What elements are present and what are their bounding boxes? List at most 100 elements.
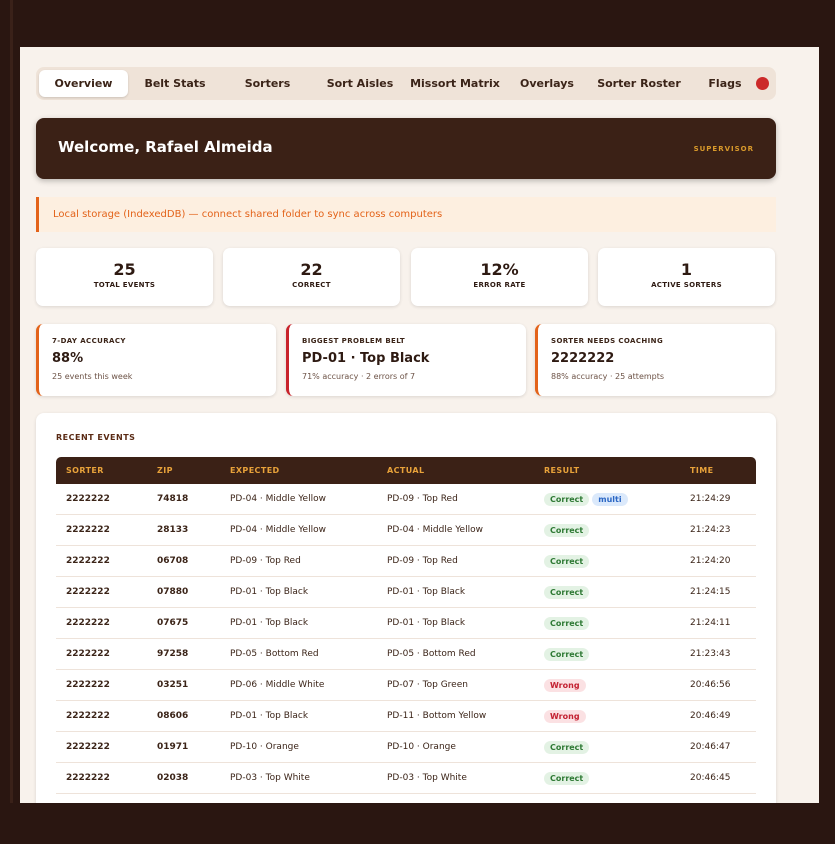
window-right-border: [819, 0, 835, 844]
window-border-line: [10, 0, 13, 844]
result-badge: Correct: [544, 554, 590, 568]
actual-cell: PD-01 · Top Black: [377, 576, 534, 608]
table-row[interactable]: 222222204741PD-01 · Top BlackPD-01 · Top…: [56, 793, 756, 803]
result-badge: Correct: [544, 771, 590, 785]
window-bottom-bar: [0, 803, 835, 844]
actual-cell: PD-09 · Top Red: [377, 484, 534, 515]
expected-cell: PD-04 · Middle Yellow: [220, 514, 377, 546]
expected-cell: PD-03 · Top White: [220, 762, 377, 794]
table-row[interactable]: 2222222 02038 PD-03 · Top White PD-03 · Top…: [56, 762, 756, 794]
card-problem-belt: BIGGEST PROBLEM BELT PD-01 · Top Black 7…: [286, 324, 526, 396]
table-row[interactable]: 2222222 28133 PD-04 · Middle Yellow PD-04 ·…: [56, 514, 756, 546]
zip-cell: 07880: [147, 576, 220, 608]
result-badge: Correct: [544, 585, 590, 599]
actual-cell: PD-10 · Orange: [377, 731, 534, 763]
expected-cell: PD-05 · Bottom Red: [220, 638, 377, 670]
actual-cell: PD-05 · Bottom Red: [377, 638, 534, 670]
stat-correct: 22 CORRECT: [223, 248, 400, 306]
column-header-actual[interactable]: ACTUAL: [377, 457, 534, 484]
result-cell: Correct: [534, 607, 680, 639]
actual-cell: PD-03 · Top White: [377, 762, 534, 794]
time-cell: 20:46:45: [680, 762, 756, 794]
stat-value: 22: [300, 260, 323, 279]
tab-belt-stats[interactable]: Belt Stats: [128, 70, 222, 97]
tab-sorter-roster[interactable]: Sorter Roster: [591, 70, 687, 97]
result-badge: Correct: [544, 647, 590, 661]
result-badge: Correct: [544, 492, 590, 506]
column-header-sorter[interactable]: SORTER: [56, 457, 147, 484]
expected-cell: PD-01 · Top Black: [220, 607, 377, 639]
result-cell: Correct: [534, 731, 680, 763]
expected-cell: PD-01 · Top Black: [220, 793, 377, 803]
welcome-banner: Welcome, Rafael Almeida SUPERVISOR: [36, 118, 776, 179]
card-label: BIGGEST PROBLEM BELT: [302, 337, 406, 345]
stat-value: 25: [113, 260, 136, 279]
card-subtext: 88% accuracy · 25 attempts: [551, 372, 665, 381]
table-row[interactable]: 2222222 07880 PD-01 · Top Black PD-01 · Top…: [56, 576, 756, 608]
actual-cell: PD-01 · Top Black: [377, 793, 534, 803]
zip-cell: 06708: [147, 545, 220, 577]
sorter-cell: 2222222: [56, 793, 147, 803]
result-cell: Correct: [534, 514, 680, 546]
result-cell: Correct: [534, 793, 680, 803]
column-header-zip[interactable]: ZIP: [147, 457, 220, 484]
events-table-header: SORTER ZIP EXPECTED ACTUAL RESULT TIME: [56, 457, 756, 484]
card-value: PD-01 · Top Black: [302, 351, 430, 366]
table-row[interactable]: 2222222 03251 PD-06 · Middle White PD-07 · …: [56, 669, 756, 701]
actual-cell: PD-07 · Top Green: [377, 669, 534, 701]
zip-cell: 01971: [147, 731, 220, 763]
sorter-cell: 2222222: [56, 576, 147, 608]
table-row[interactable]: 2222222 08606 PD-01 · Top Black PD-11 · Bot…: [56, 700, 756, 732]
time-cell: 21:24:15: [680, 576, 756, 608]
zip-cell: 04741: [147, 793, 220, 803]
tab-sorters[interactable]: Sorters: [222, 70, 313, 97]
actual-cell: PD-04 · Middle Yellow: [377, 514, 534, 546]
table-row[interactable]: 2222222 97258 PD-05 · Bottom Red PD-05 · Bo…: [56, 638, 756, 670]
table-row[interactable]: 2222222 01971 PD-10 · Orange PD-10 · Orange…: [56, 731, 756, 763]
card-label: SORTER NEEDS COACHING: [551, 337, 664, 345]
table-row[interactable]: 2222222 74818 PD-04 · Middle Yellow PD-09 ·…: [56, 484, 756, 515]
expected-cell: PD-04 · Middle Yellow: [220, 484, 377, 515]
stat-label: CORRECT: [292, 281, 331, 289]
tab-sort-aisles[interactable]: Sort Aisles: [313, 70, 407, 97]
app-viewport[interactable]: Overview Belt Stats Sorters Sort Aisles …: [20, 47, 819, 803]
actual-cell: PD-09 · Top Red: [377, 545, 534, 577]
result-cell: Correct: [534, 638, 680, 670]
sorter-cell: 2222222: [56, 607, 147, 639]
sorter-cell: 2222222: [56, 638, 147, 670]
welcome-title: Welcome, Rafael Almeida: [58, 138, 273, 156]
result-cell: Wrong: [534, 669, 680, 701]
flag-indicator-dot: [756, 77, 769, 90]
stat-error-rate: 12% ERROR RATE: [411, 248, 588, 306]
column-header-time[interactable]: TIME: [680, 457, 756, 484]
column-header-expected[interactable]: EXPECTED: [220, 457, 377, 484]
expected-cell: PD-10 · Orange: [220, 731, 377, 763]
expected-cell: PD-01 · Top Black: [220, 576, 377, 608]
expected-cell: PD-06 · Middle White: [220, 669, 377, 701]
column-header-result[interactable]: RESULT: [534, 457, 680, 484]
time-cell: 20:46:49: [680, 700, 756, 732]
time-cell: 21:24:29: [680, 484, 756, 515]
stat-active-sorters: 1 ACTIVE SORTERS: [598, 248, 775, 306]
tab-overview[interactable]: Overview: [39, 70, 128, 97]
sorter-cell: 2222222: [56, 700, 147, 732]
tab-missort-matrix[interactable]: Missort Matrix: [407, 70, 503, 97]
result-badge: Correct: [544, 616, 590, 630]
table-row[interactable]: 2222222 06708 PD-09 · Top Red PD-09 · Top R…: [56, 545, 756, 577]
stat-total-events: 25 TOTAL EVENTS: [36, 248, 213, 306]
tab-flags[interactable]: Flags: [687, 70, 763, 97]
card-sorter-coaching: SORTER NEEDS COACHING 2222222 88% accura…: [535, 324, 775, 396]
zip-cell: 97258: [147, 638, 220, 670]
card-value: 88%: [52, 351, 84, 366]
sorter-cell: 2222222: [56, 669, 147, 701]
tab-overlays[interactable]: Overlays: [503, 70, 591, 97]
result-badge: Wrong: [544, 678, 586, 692]
zip-cell: 02038: [147, 762, 220, 794]
table-row[interactable]: 2222222 07675 PD-01 · Top Black PD-01 · Top…: [56, 607, 756, 639]
role-badge: SUPERVISOR: [693, 145, 754, 153]
zip-cell: 74818: [147, 484, 220, 515]
time-cell: 21:24:20: [680, 545, 756, 577]
sorter-cell: 2222222: [56, 762, 147, 794]
actual-cell: PD-01 · Top Black: [377, 607, 534, 639]
events-table-body: 2222222 74818 PD-04 · Middle Yellow PD-09 ·…: [56, 484, 756, 803]
